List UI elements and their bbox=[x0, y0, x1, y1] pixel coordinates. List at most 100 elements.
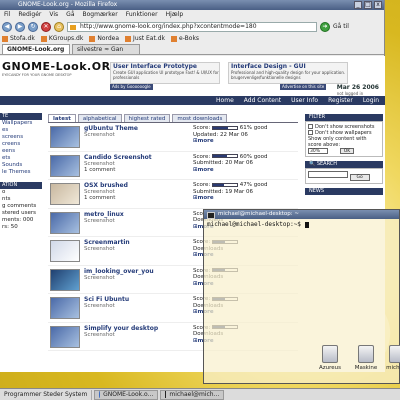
stop-icon[interactable]: ✕ bbox=[41, 22, 51, 32]
forward-icon[interactable]: ▶ bbox=[15, 22, 25, 32]
category-item[interactable]: Sounds bbox=[2, 162, 42, 169]
bookmark-item[interactable]: Just Eat.dk bbox=[125, 34, 165, 44]
content-title[interactable]: Sci Fi Ubuntu bbox=[84, 296, 184, 303]
nav-login[interactable]: Login bbox=[363, 96, 379, 105]
site-top-nav: Home Add Content User Info Register Logi… bbox=[0, 96, 385, 105]
tab-latest[interactable]: latest bbox=[48, 114, 76, 122]
desktop-icon-home[interactable]: michael bbox=[380, 345, 400, 371]
ad-left[interactable]: User Interface Prototype Create GUI appl… bbox=[110, 62, 220, 84]
menu-help[interactable]: Hjælp bbox=[166, 10, 184, 20]
bookmark-icon bbox=[2, 36, 8, 42]
search-go-button[interactable]: Go bbox=[349, 174, 370, 181]
go-icon[interactable]: ➜ bbox=[320, 22, 330, 32]
tab-alphabetical[interactable]: alphabetical bbox=[77, 114, 122, 122]
menu-view[interactable]: Vis bbox=[49, 10, 58, 20]
score-bar-fill bbox=[213, 126, 228, 129]
content-category[interactable]: Screenshot bbox=[84, 132, 184, 138]
category-item[interactable]: es bbox=[2, 127, 42, 134]
content-thumbnail[interactable] bbox=[50, 126, 80, 148]
minimize-button[interactable]: _ bbox=[354, 1, 362, 9]
hide-screenshots-checkbox[interactable] bbox=[308, 124, 313, 129]
category-item[interactable]: eens bbox=[2, 148, 42, 155]
ad-right[interactable]: Interface Design - GUI Professional and … bbox=[228, 62, 348, 84]
nav-add-content[interactable]: Add Content bbox=[244, 96, 281, 105]
close-button[interactable]: x bbox=[374, 1, 382, 9]
menu-file[interactable]: Fil bbox=[4, 10, 10, 20]
content-title[interactable]: OSX brushed bbox=[84, 182, 184, 189]
maximize-button[interactable]: □ bbox=[364, 1, 372, 9]
content-title[interactable]: Simplify your desktop bbox=[84, 325, 184, 332]
stats-item: rs: 50 bbox=[2, 224, 18, 230]
search-input[interactable] bbox=[308, 171, 348, 178]
category-item[interactable]: ets bbox=[2, 155, 42, 162]
bookmark-item[interactable]: Stofa.dk bbox=[2, 34, 35, 44]
more-link[interactable]: ⊞more bbox=[193, 195, 214, 201]
category-item[interactable]: screens bbox=[2, 134, 42, 141]
bookmark-item[interactable]: Nordea bbox=[89, 34, 119, 44]
go-button[interactable]: Gå til bbox=[333, 22, 349, 32]
nav-home[interactable]: Home bbox=[216, 96, 234, 105]
category-item[interactable]: Wallpapers bbox=[2, 120, 42, 127]
content-title[interactable]: metro_linux bbox=[84, 211, 184, 218]
url-input[interactable]: http://www.gnome-look.org/index.php?xcon… bbox=[67, 22, 317, 32]
score-label: Score: bbox=[193, 182, 211, 188]
tab-gnome-look[interactable]: GNOME-Look.org bbox=[2, 44, 70, 54]
menu-edit[interactable]: Redigér bbox=[18, 10, 41, 20]
menu-bookmarks[interactable]: Bogmærker bbox=[83, 10, 118, 20]
content-thumbnail[interactable] bbox=[50, 240, 80, 262]
content-thumbnail[interactable] bbox=[50, 325, 80, 348]
content-comments[interactable]: 1 comment bbox=[84, 195, 184, 201]
content-thumbnail[interactable] bbox=[50, 297, 80, 319]
content-category[interactable]: Screenshot bbox=[84, 332, 184, 338]
content-category[interactable]: Screenshot bbox=[84, 246, 184, 252]
more-link[interactable]: ⊞more bbox=[193, 167, 214, 173]
back-icon[interactable]: ◀ bbox=[2, 22, 12, 32]
applications-menu[interactable]: Programmer Steder System bbox=[0, 389, 93, 400]
hide-wallpapers-checkbox[interactable] bbox=[308, 130, 313, 135]
more-link[interactable]: ⊞more bbox=[193, 138, 214, 144]
tab-most-downloads[interactable]: most downloads bbox=[172, 114, 228, 122]
filter-box: Don't show screenshots Don't show wallpa… bbox=[305, 121, 383, 157]
desktop-icon-azureus[interactable]: Azureus bbox=[313, 345, 347, 371]
tab-silvestre[interactable]: silvestre ≈ Gan bbox=[72, 44, 140, 54]
content-thumbnail[interactable] bbox=[50, 183, 80, 205]
bookmark-item[interactable]: KGroups.dk bbox=[40, 34, 83, 44]
taskbar-firefox[interactable]: GNOME-Look.o... bbox=[94, 389, 159, 400]
terminal-output[interactable]: michael@michael-desktop:~$ bbox=[204, 219, 399, 230]
menu-go[interactable]: Gå bbox=[66, 10, 74, 20]
content-category[interactable]: Screenshot bbox=[84, 218, 184, 224]
content-title[interactable]: Screenmartin bbox=[84, 239, 184, 246]
content-category[interactable]: Screenshot bbox=[84, 303, 184, 309]
advertise-link[interactable]: Advertise on this site bbox=[280, 84, 327, 90]
nav-user-info[interactable]: User Info bbox=[291, 96, 318, 105]
filter-ok-button[interactable]: OK bbox=[340, 148, 354, 154]
stats-item: ments: 000 bbox=[2, 217, 34, 223]
desktop-icon-computer[interactable]: Maskine bbox=[349, 345, 383, 371]
score-label: Score: bbox=[193, 125, 211, 131]
ad-footer[interactable]: Ads by Goooooogle bbox=[110, 84, 153, 90]
nav-register[interactable]: Register bbox=[328, 96, 353, 105]
window-titlebar[interactable]: GNOME-Look.org - Mozilla Firefox _ □ x bbox=[0, 0, 384, 10]
reload-icon[interactable]: ↻ bbox=[28, 22, 38, 32]
terminal-titlebar[interactable]: michael@michael-desktop: ~ bbox=[204, 210, 399, 219]
menu-tools[interactable]: Funktioner bbox=[126, 10, 158, 20]
bookmark-item[interactable]: e-Boks bbox=[171, 34, 199, 44]
content-thumbnail[interactable] bbox=[50, 211, 80, 234]
content-comments[interactable]: 1 comment bbox=[84, 167, 184, 173]
content-title[interactable]: Candido Screenshot bbox=[84, 154, 184, 161]
taskbar-terminal[interactable]: michael@mich... bbox=[160, 389, 225, 400]
score-select[interactable]: 30% bbox=[308, 148, 328, 154]
tab-strip: GNOME-Look.org silvestre ≈ Gan bbox=[0, 44, 384, 55]
content-thumbnail[interactable] bbox=[50, 154, 80, 177]
site-logo[interactable]: GNOME-Look.ORG EYECANDY FOR YOUR GNOME D… bbox=[2, 60, 120, 77]
content-category[interactable]: Screenshot bbox=[84, 275, 184, 281]
content-title[interactable]: gUbuntu Theme bbox=[84, 125, 184, 132]
left-sidebar: TE Wallpapers es screens creens eens ets… bbox=[0, 105, 42, 372]
category-item[interactable]: creens bbox=[2, 141, 42, 148]
tab-highest-rated[interactable]: highest rated bbox=[123, 114, 171, 122]
category-item[interactable]: le Themes bbox=[2, 169, 42, 176]
score-bar-fill bbox=[213, 155, 228, 157]
content-thumbnail[interactable] bbox=[50, 268, 80, 291]
content-title[interactable]: im_looking_over_you bbox=[84, 268, 184, 275]
home-icon[interactable]: ⌂ bbox=[54, 22, 64, 32]
